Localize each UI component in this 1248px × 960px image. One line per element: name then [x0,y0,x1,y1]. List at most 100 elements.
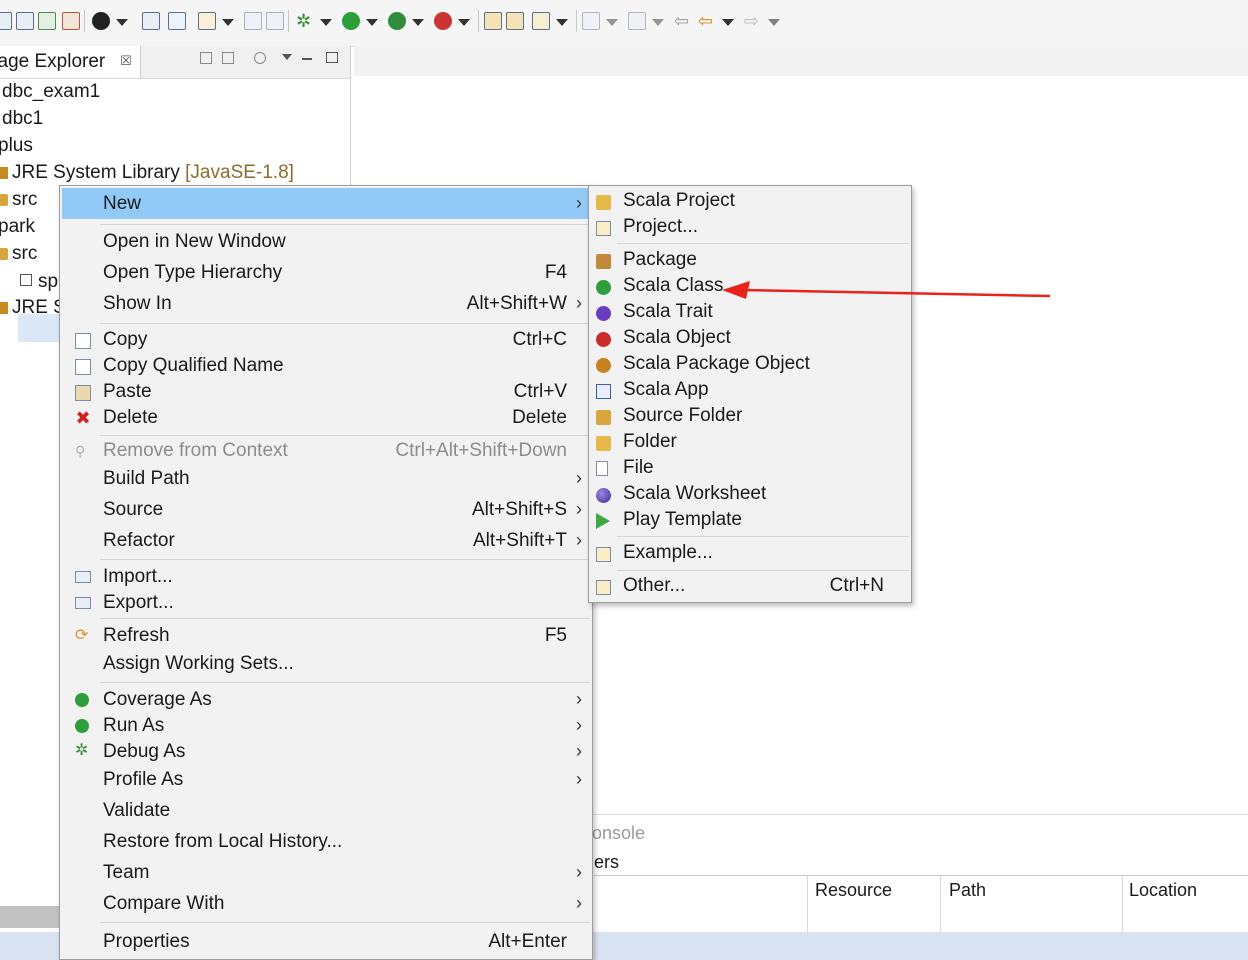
chevron-down-icon[interactable] [116,19,128,26]
tree-item[interactable]: dbc_exam1 [2,79,100,105]
column-header-path[interactable]: Path [949,880,986,901]
submenu-item-scala-object[interactable]: Scala Object [590,326,910,352]
chevron-down-icon[interactable] [556,19,568,26]
menu-item-export[interactable]: Export... [62,590,590,618]
menu-item-label: Build Path [103,468,190,489]
submenu-item-scala-project[interactable]: Scala Project [590,189,910,215]
menu-item-new[interactable]: New › [62,188,590,219]
column-header-location[interactable]: Location [1129,880,1197,901]
console-icon[interactable] [142,12,160,30]
new-java-project-icon[interactable] [38,12,56,30]
menu-item-open-type-hierarchy[interactable]: Open Type Hierarchy F4 [62,260,590,288]
tree-item[interactable]: plus [0,133,33,159]
submenu-item-example[interactable]: Example... [590,541,910,567]
user-icon[interactable] [92,12,110,30]
menu-item-paste[interactable]: Paste Ctrl+V [62,379,590,407]
debug-bug-icon[interactable]: ✲ [296,12,314,30]
menu-item-show-in[interactable]: Show In Alt+Shift+W › [62,291,590,319]
last-edit-icon[interactable]: ⇦ [674,12,692,30]
menu-item-copy-qualified-name[interactable]: Copy Qualified Name [62,353,590,381]
forward-arrow-icon[interactable]: ⇨ [744,12,762,30]
chevron-down-icon[interactable] [222,19,234,26]
chevron-down-icon[interactable] [606,19,618,26]
menu-item-refactor[interactable]: Refactor Alt+Shift+T › [62,528,590,556]
debug-icon: ✲ [75,742,89,759]
tree-item[interactable]: park [0,214,35,240]
tab-console[interactable]: onsole [592,823,645,844]
example-icon [596,547,611,562]
minimize-icon[interactable] [302,58,312,60]
save-all-icon[interactable] [16,12,34,30]
submenu-item-scala-package-object[interactable]: Scala Package Object [590,352,910,378]
new-scala-project-icon[interactable] [62,12,80,30]
tree-item-selected[interactable]: sp [20,269,58,295]
menu-separator [617,243,909,244]
menu-item-open-in-new-window[interactable]: Open in New Window [62,229,590,257]
menu-item-run-as[interactable]: Run As › [62,713,590,741]
menu-item-copy[interactable]: Copy Ctrl+C [62,327,590,355]
submenu-item-scala-worksheet[interactable]: Scala Worksheet [590,482,910,508]
skip-breakpoints-icon[interactable] [168,12,186,30]
collapse-all-icon[interactable] [200,52,212,64]
menu-item-build-path[interactable]: Build Path › [62,466,590,494]
chevron-down-icon[interactable] [722,19,734,26]
menu-item-remove-from-context[interactable]: ⚲ Remove from Context Ctrl+Alt+Shift+Dow… [62,438,590,466]
view-menu-icon[interactable] [282,54,292,60]
menu-item-debug-as[interactable]: ✲ Debug As › [62,739,590,767]
submenu-item-folder[interactable]: Folder [590,430,910,456]
open-folder-icon[interactable] [506,12,524,30]
menu-item-shortcut: Delete [512,407,567,428]
tree-item[interactable]: src [0,241,37,267]
submenu-item-project[interactable]: Project... [590,215,910,241]
chevron-down-icon[interactable] [458,19,470,26]
menu-item-delete[interactable]: ✖ Delete Delete [62,405,590,433]
external-tools-icon[interactable] [434,12,452,30]
menu-item-label: Delete [103,407,158,428]
tree-item[interactable]: dbc1 [2,106,43,132]
submenu-item-scala-app[interactable]: Scala App [590,378,910,404]
submenu-item-package[interactable]: Package [590,248,910,274]
menu-item-assign-working-sets[interactable]: Assign Working Sets... [62,651,590,679]
maximize-icon[interactable] [326,52,338,63]
submenu-item-file[interactable]: File [590,456,910,482]
next-annotation-icon[interactable] [582,12,600,30]
chevron-down-icon[interactable] [366,19,378,26]
menu-item-validate[interactable]: Validate [62,798,590,826]
menu-item-profile-as[interactable]: Profile As › [62,767,590,795]
prev-annotation-icon[interactable] [628,12,646,30]
run-icon[interactable] [342,12,360,30]
tree-item[interactable]: JRE S [0,295,66,321]
close-icon[interactable]: ☒ [120,46,132,77]
menu-item-restore-from-local-history[interactable]: Restore from Local History... [62,829,590,857]
menu-item-team[interactable]: Team › [62,860,590,888]
menu-item-source[interactable]: Source Alt+Shift+S › [62,497,590,525]
scala-trait-icon [596,306,611,321]
menu-item-coverage-as[interactable]: Coverage As › [62,687,590,715]
new-wizard-icon[interactable] [198,12,216,30]
tree-item[interactable]: src [0,187,37,213]
menu-item-refresh[interactable]: ⟳ Refresh F5 [62,623,590,651]
tree-item[interactable]: JRE System Library [JavaSE-1.8] [0,160,294,186]
back-arrow-icon[interactable]: ⇦ [698,12,716,30]
horizontal-scrollbar[interactable] [0,906,60,928]
tab-package-explorer[interactable]: kage Explorer ☒ [0,46,141,78]
submenu-item-other[interactable]: Other... Ctrl+N [590,574,910,600]
new-icon[interactable] [0,12,12,30]
menu-item-properties[interactable]: Properties Alt+Enter [62,929,590,957]
chevron-down-icon[interactable] [412,19,424,26]
menu-item-compare-with[interactable]: Compare With › [62,891,590,919]
menu-item-import[interactable]: Import... [62,564,590,592]
submenu-item-source-folder[interactable]: Source Folder [590,404,910,430]
save-icon[interactable] [244,12,262,30]
chevron-down-icon[interactable] [652,19,664,26]
chevron-down-icon[interactable] [768,19,780,26]
chevron-down-icon[interactable] [320,19,332,26]
submenu-item-play-template[interactable]: Play Template [590,508,910,534]
coverage-icon[interactable] [388,12,406,30]
open-type-icon[interactable] [484,12,502,30]
focus-task-icon[interactable] [254,52,266,64]
save-all-disabled-icon[interactable] [266,12,284,30]
link-with-editor-icon[interactable] [222,52,234,64]
search-icon[interactable] [532,12,550,30]
column-header-resource[interactable]: Resource [815,880,892,901]
